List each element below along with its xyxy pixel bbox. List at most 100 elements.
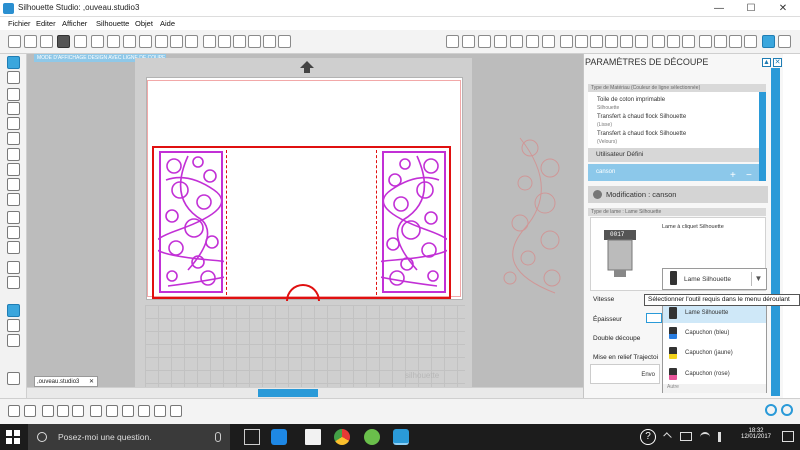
- library-view-icon[interactable]: [7, 319, 20, 332]
- ellipse-tool-icon[interactable]: [7, 132, 20, 145]
- freehand-tool-icon[interactable]: [7, 193, 20, 206]
- zoom-in-icon[interactable]: [218, 35, 231, 48]
- notifications-icon[interactable]: [782, 431, 794, 442]
- zoom-box-icon[interactable]: [248, 35, 261, 48]
- material-item-3[interactable]: Transfert à chaud flock Silhouette: [597, 131, 686, 137]
- chevron-down-icon[interactable]: ▼: [751, 272, 765, 286]
- gradient-icon[interactable]: [462, 35, 475, 48]
- document-tab[interactable]: ,ouveau.studio3 ✕: [34, 376, 98, 387]
- horizontal-scroll-thumb[interactable]: [258, 389, 318, 397]
- menu-silhouette[interactable]: Silhouette: [96, 19, 129, 28]
- registration-icon[interactable]: [667, 35, 680, 48]
- scissors-icon[interactable]: [155, 35, 168, 48]
- ungroup-icon[interactable]: [57, 405, 69, 417]
- material-item-canson[interactable]: canson: [588, 164, 766, 181]
- replicate-icon[interactable]: [590, 35, 603, 48]
- taskbar-clock[interactable]: 18:32 12/01/2017: [736, 428, 776, 440]
- store-icon[interactable]: [699, 35, 712, 48]
- group-icon[interactable]: [42, 405, 54, 417]
- select-all-icon[interactable]: [8, 405, 20, 417]
- library-icon[interactable]: [40, 35, 53, 48]
- settings-gear-icon[interactable]: [781, 404, 793, 416]
- send-back-icon[interactable]: [154, 405, 166, 417]
- cut-to-icon[interactable]: [107, 35, 120, 48]
- line-style-icon[interactable]: [510, 35, 523, 48]
- delete-icon[interactable]: [122, 405, 134, 417]
- undo-icon[interactable]: [170, 35, 183, 48]
- battery-icon[interactable]: [680, 432, 692, 441]
- offset-icon[interactable]: [620, 35, 633, 48]
- task-view-icon[interactable]: [244, 429, 260, 445]
- arrow-up-icon[interactable]: [299, 60, 315, 74]
- rectangle-tool-icon[interactable]: [7, 102, 20, 115]
- print-icon[interactable]: [91, 35, 104, 48]
- save-icon[interactable]: [57, 35, 70, 48]
- compound-path-icon[interactable]: [72, 405, 84, 417]
- select-tool-icon[interactable]: [7, 56, 20, 69]
- thickness-field[interactable]: [646, 313, 662, 323]
- paste-icon[interactable]: [139, 35, 152, 48]
- modify-icon[interactable]: [605, 35, 618, 48]
- store-view-icon[interactable]: [7, 334, 20, 347]
- app-icon-2[interactable]: [364, 429, 380, 445]
- edge-icon[interactable]: [271, 429, 287, 445]
- send-to-icon[interactable]: [682, 35, 695, 48]
- duplicate-icon[interactable]: [106, 405, 118, 417]
- menu-editer[interactable]: Editer: [36, 19, 56, 28]
- menu-aide[interactable]: Aide: [160, 19, 175, 28]
- chrome-icon[interactable]: [334, 429, 350, 445]
- save-as-icon[interactable]: [74, 35, 87, 48]
- grid-icon[interactable]: [542, 35, 555, 48]
- gear-icon[interactable]: [765, 404, 777, 416]
- option-capuchon-jaune[interactable]: Capuchon (jaune): [663, 343, 766, 363]
- microphone-icon[interactable]: [215, 432, 221, 442]
- pan-icon[interactable]: [203, 35, 216, 48]
- rounded-rect-tool-icon[interactable]: [7, 117, 20, 130]
- menu-fichier[interactable]: Fichier: [8, 19, 31, 28]
- remove-material-button[interactable]: −: [746, 170, 752, 181]
- panel-close-icon[interactable]: ✕: [773, 58, 782, 67]
- collapse-arrow-icon[interactable]: [593, 190, 602, 199]
- release-compound-icon[interactable]: [90, 405, 102, 417]
- material-item-1[interactable]: Toile de coton imprimable: [597, 97, 665, 103]
- arc-tool-icon[interactable]: [7, 178, 20, 191]
- send-button[interactable]: Envo: [590, 364, 660, 384]
- library-panel-icon[interactable]: [714, 35, 727, 48]
- deselect-icon[interactable]: [24, 405, 36, 417]
- option-capuchon-bleu[interactable]: Capuchon (bleu): [663, 323, 766, 343]
- knife-tool-icon[interactable]: [7, 276, 20, 289]
- wifi-icon[interactable]: [700, 432, 710, 442]
- send-cut-icon[interactable]: [778, 35, 791, 48]
- minimize-button[interactable]: —: [704, 0, 734, 17]
- line-tool-icon[interactable]: [7, 88, 20, 101]
- bring-front-icon[interactable]: [138, 405, 150, 417]
- panel-scrollbar[interactable]: [771, 68, 780, 396]
- cut-settings-icon[interactable]: [762, 35, 775, 48]
- modification-header[interactable]: Modification : canson: [588, 186, 768, 203]
- redo-icon[interactable]: [185, 35, 198, 48]
- material-list-scrollbar[interactable]: [759, 92, 766, 181]
- image-effects-icon[interactable]: [526, 35, 539, 48]
- volume-icon[interactable]: [718, 432, 728, 442]
- close-button[interactable]: ✕: [768, 0, 798, 17]
- polygon-tool-icon[interactable]: [7, 148, 20, 161]
- panel-collapse-icon[interactable]: ▲: [762, 58, 771, 67]
- line-color-icon[interactable]: [494, 35, 507, 48]
- fit-page-icon[interactable]: [278, 35, 291, 48]
- fill-color-icon[interactable]: [446, 35, 459, 48]
- new-file-icon[interactable]: [8, 35, 21, 48]
- page-setup-icon[interactable]: [652, 35, 665, 48]
- pattern-icon[interactable]: [478, 35, 491, 48]
- show-panel-icon[interactable]: [7, 372, 20, 385]
- smooth-freehand-icon[interactable]: [7, 211, 20, 224]
- menu-objet[interactable]: Objet: [135, 19, 153, 28]
- design-store-icon[interactable]: [729, 35, 742, 48]
- menu-afficher[interactable]: Afficher: [62, 19, 87, 28]
- help-icon[interactable]: ?: [640, 429, 656, 445]
- option-capuchon-rose[interactable]: Capuchon (rose): [663, 364, 766, 384]
- document-tab-close-icon[interactable]: ✕: [89, 377, 94, 387]
- trace-icon[interactable]: [635, 35, 648, 48]
- regular-polygon-icon[interactable]: [7, 226, 20, 239]
- transform-icon[interactable]: [575, 35, 588, 48]
- zoom-out-icon[interactable]: [233, 35, 246, 48]
